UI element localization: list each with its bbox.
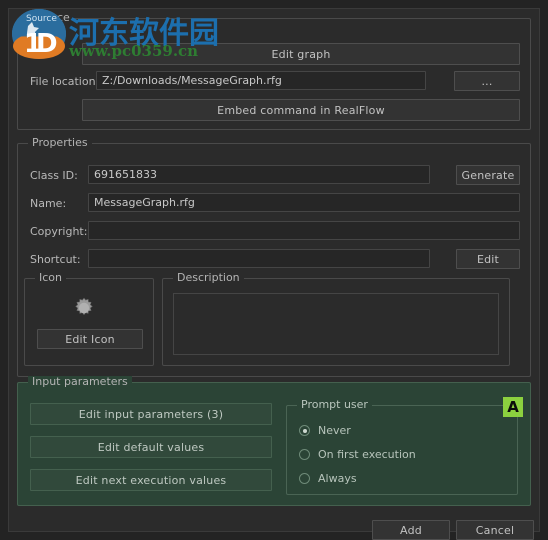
properties-group: Properties Class ID: 691651833 Generate … bbox=[17, 137, 531, 377]
file-location-input[interactable]: Z:/Downloads/MessageGraph.rfg bbox=[96, 71, 426, 90]
radio-option-on-first-execution[interactable]: On first execution bbox=[299, 448, 416, 461]
properties-group-legend: Properties bbox=[28, 137, 92, 149]
name-input[interactable]: MessageGraph.rfg bbox=[88, 193, 520, 212]
browse-button[interactable]: ... bbox=[454, 71, 520, 91]
edit-next-execution-values-button[interactable]: Edit next execution values bbox=[30, 469, 272, 491]
radio-option-always[interactable]: Always bbox=[299, 472, 357, 485]
icon-group-legend: Icon bbox=[35, 272, 66, 284]
generate-button[interactable]: Generate bbox=[456, 165, 520, 185]
name-label: Name: bbox=[30, 197, 67, 210]
edit-default-values-button[interactable]: Edit default values bbox=[30, 436, 272, 458]
dialog-panel: Source Edit graph File location: Z:/Down… bbox=[8, 8, 540, 532]
gear-icon bbox=[71, 295, 97, 321]
shortcut-input[interactable] bbox=[88, 249, 430, 268]
copyright-label: Copyright: bbox=[30, 225, 88, 238]
radio-dot-icon bbox=[299, 425, 310, 436]
radio-dot-icon bbox=[299, 473, 310, 484]
description-textarea[interactable] bbox=[173, 293, 499, 355]
hint-badge-a: A bbox=[503, 397, 523, 417]
source-group: Source Edit graph File location: Z:/Down… bbox=[17, 12, 531, 130]
shortcut-label: Shortcut: bbox=[30, 253, 81, 266]
cancel-button[interactable]: Cancel bbox=[456, 520, 534, 540]
radio-option-never[interactable]: Never bbox=[299, 424, 351, 437]
input-parameters-group-legend: Input parameters bbox=[28, 376, 132, 388]
class-id-label: Class ID: bbox=[30, 169, 78, 182]
edit-input-parameters-button[interactable]: Edit input parameters (3) bbox=[30, 403, 272, 425]
add-button[interactable]: Add bbox=[372, 520, 450, 540]
edit-graph-button[interactable]: Edit graph bbox=[82, 43, 520, 65]
edit-shortcut-button[interactable]: Edit bbox=[456, 249, 520, 269]
source-group-legend: Source bbox=[28, 12, 74, 24]
radio-dot-icon bbox=[299, 449, 310, 460]
radio-label: On first execution bbox=[318, 448, 416, 461]
class-id-input[interactable]: 691651833 bbox=[88, 165, 430, 184]
description-group: Description bbox=[162, 272, 510, 366]
prompt-user-group-legend: Prompt user bbox=[297, 399, 372, 411]
prompt-user-group: Prompt user Never On first execution Alw… bbox=[286, 399, 518, 495]
copyright-input[interactable] bbox=[88, 221, 520, 240]
file-location-label: File location: bbox=[30, 75, 100, 88]
radio-label: Never bbox=[318, 424, 351, 437]
input-parameters-group: Input parameters Edit input parameters (… bbox=[17, 376, 531, 506]
icon-group: Icon Edit Icon bbox=[24, 272, 154, 366]
radio-label: Always bbox=[318, 472, 357, 485]
embed-command-button[interactable]: Embed command in RealFlow bbox=[82, 99, 520, 121]
description-group-legend: Description bbox=[173, 272, 244, 284]
edit-icon-button[interactable]: Edit Icon bbox=[37, 329, 143, 349]
